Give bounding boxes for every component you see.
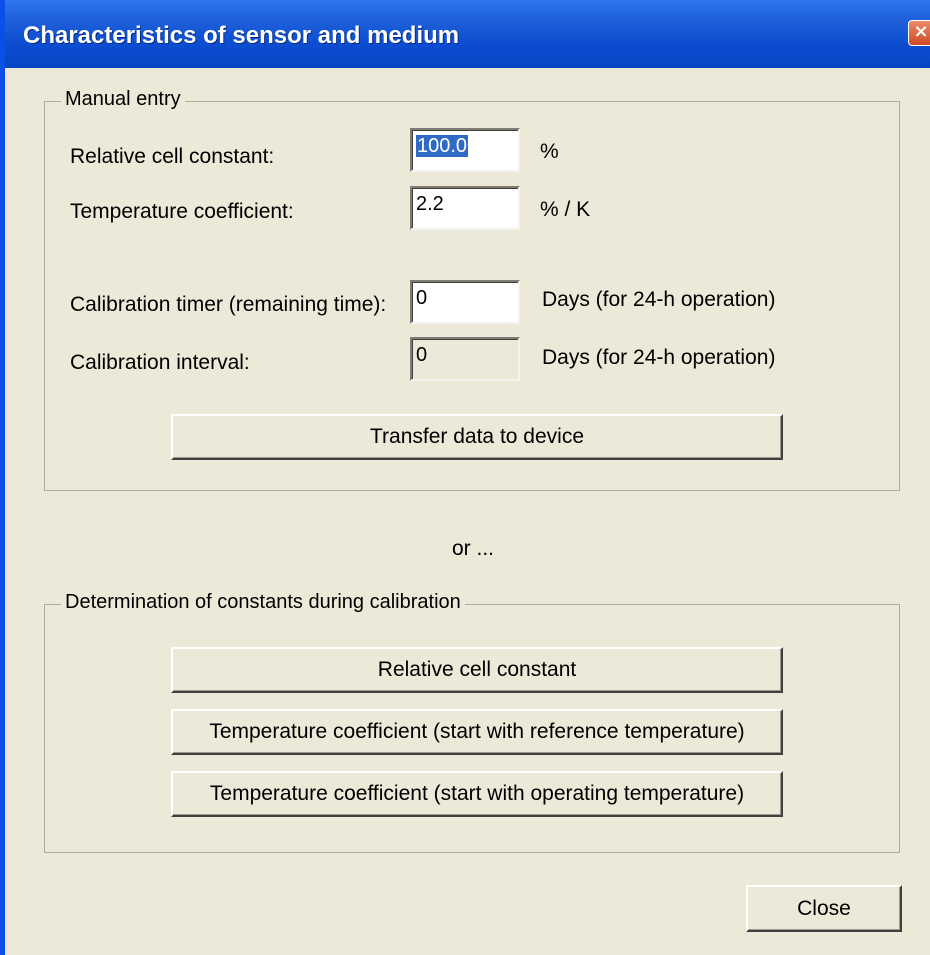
relative-cell-constant-button[interactable]: Relative cell constant <box>171 647 783 693</box>
relative-cell-constant-label: Relative cell constant: <box>70 145 275 168</box>
temp-coeff-reference-button[interactable]: Temperature coefficient (start with refe… <box>171 709 783 755</box>
calibration-interval-value: 0 <box>416 344 428 366</box>
dialog-window: Characteristics of sensor and medium × M… <box>0 0 930 955</box>
calibration-timer-value: 0 <box>416 287 428 309</box>
close-icon[interactable]: × <box>908 20 930 46</box>
transfer-data-button[interactable]: Transfer data to device <box>171 414 783 460</box>
or-separator: or ... <box>452 537 495 560</box>
calibration-timer-unit: Days (for 24-h operation) <box>542 288 776 311</box>
temperature-coefficient-label: Temperature coefficient: <box>70 200 294 223</box>
calibration-interval-input: 0 <box>410 337 520 381</box>
temperature-coefficient-value: 2.2 <box>416 193 444 215</box>
relative-cell-constant-value: 100.0 <box>416 135 469 157</box>
temperature-coefficient-input[interactable]: 2.2 <box>410 186 520 230</box>
calibration-timer-label: Calibration timer (remaining time): <box>70 293 387 316</box>
calibration-timer-input[interactable]: 0 <box>410 280 520 324</box>
title-bar[interactable]: Characteristics of sensor and medium × <box>5 0 930 68</box>
relative-cell-constant-unit: % <box>540 140 559 163</box>
temperature-coefficient-unit: % / K <box>540 198 591 221</box>
temp-coeff-operating-button[interactable]: Temperature coefficient (start with oper… <box>171 771 783 817</box>
calibration-interval-unit: Days (for 24-h operation) <box>542 346 776 369</box>
close-button[interactable]: Close <box>746 885 902 932</box>
calibration-legend: Determination of constants during calibr… <box>61 591 465 614</box>
window-title: Characteristics of sensor and medium <box>23 22 460 49</box>
calibration-interval-label: Calibration interval: <box>70 351 250 374</box>
relative-cell-constant-input[interactable]: 100.0 <box>410 128 520 172</box>
manual-entry-legend: Manual entry <box>61 88 185 111</box>
